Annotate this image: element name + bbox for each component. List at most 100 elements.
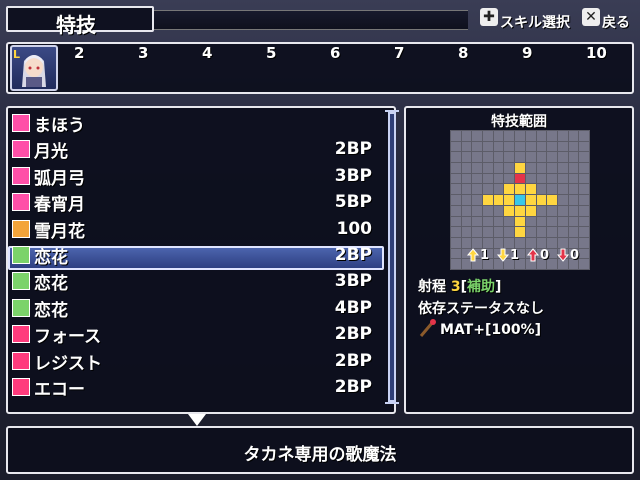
party-slot-6[interactable]: 6 — [330, 44, 340, 62]
range-cell — [451, 184, 461, 195]
range-cell — [451, 141, 461, 152]
range-cell — [579, 205, 589, 216]
skill-row[interactable]: レジスト 2BP — [12, 348, 384, 374]
dpad-icon: ✚ — [480, 8, 498, 26]
range-cell — [461, 237, 472, 248]
range-cell — [461, 184, 472, 195]
range-cell — [536, 216, 547, 227]
control-hints: ✚ スキル選択 ✕ 戻る — [470, 8, 640, 32]
range-cell — [493, 163, 504, 173]
scrollbar[interactable] — [388, 112, 396, 402]
range-cell — [472, 141, 483, 152]
skill-name: 恋花 — [34, 274, 68, 295]
range-cell — [483, 216, 493, 227]
pink-song-icon — [12, 193, 30, 212]
skill-name: フォース — [34, 327, 102, 348]
stat-value-2: 1 — [510, 248, 520, 263]
skill-row[interactable]: まほう — [12, 110, 384, 136]
party-slot-9[interactable]: 9 — [522, 44, 532, 62]
range-cell — [461, 227, 472, 237]
range-cell — [579, 227, 589, 237]
range-cell — [525, 237, 536, 248]
scrollbar-cap-bottom — [385, 402, 399, 404]
range-cell — [504, 227, 515, 237]
skill-row[interactable]: フォース 2BP — [12, 321, 384, 347]
range-cell — [579, 141, 589, 152]
top-bar — [154, 10, 468, 30]
range-cell — [515, 173, 525, 184]
range-cell — [472, 237, 483, 248]
range-cell — [579, 259, 589, 269]
range-cell — [525, 141, 536, 152]
cancel-button-icon[interactable]: ✕ — [582, 8, 600, 26]
skill-row[interactable]: 月光 2BP — [12, 136, 384, 162]
range-cell — [557, 141, 568, 152]
range-cell — [451, 237, 461, 248]
range-cell — [493, 195, 504, 205]
skill-row[interactable]: エコー 2BP — [12, 374, 384, 400]
range-cell — [568, 131, 579, 141]
range-cell — [483, 184, 493, 195]
magic-category-icon — [12, 114, 30, 132]
party-slot-5[interactable]: 5 — [266, 44, 276, 62]
range-cell — [472, 152, 483, 163]
skill-name: 月光 — [34, 142, 68, 163]
range-cell — [483, 152, 493, 163]
orange-pattern-icon — [12, 219, 30, 238]
range-cell — [557, 163, 568, 173]
party-slot-2[interactable]: 2 — [74, 44, 84, 62]
party-slot-1[interactable]: L — [10, 45, 58, 91]
range-cell — [493, 173, 504, 184]
stat-value-3: 0 — [540, 248, 550, 263]
skill-row[interactable]: 恋花 3BP — [12, 268, 384, 294]
range-cell — [579, 248, 589, 259]
scroll-down-arrow-icon[interactable] — [188, 414, 206, 426]
skill-row[interactable]: 恋花 2BP — [12, 242, 384, 268]
party-slot-3[interactable]: 3 — [138, 44, 148, 62]
green-note-icon — [12, 246, 30, 264]
range-cell — [557, 131, 568, 141]
range-cell — [493, 131, 504, 141]
range-cell — [472, 131, 483, 141]
skill-name: エコー — [34, 380, 85, 400]
range-cell — [525, 131, 536, 141]
range-cell — [525, 163, 536, 173]
range-cell — [451, 205, 461, 216]
skill-name: 雪月花 — [34, 221, 85, 242]
range-cell — [568, 216, 579, 227]
stat-value-4: 0 — [570, 248, 580, 263]
range-cell — [525, 173, 536, 184]
range-cell — [557, 237, 568, 248]
green-sparkle-icon — [12, 272, 30, 291]
skill-cost: 2BP — [334, 245, 372, 265]
range-cell — [461, 216, 472, 227]
leader-badge: L — [13, 48, 21, 61]
range-cell — [536, 205, 547, 216]
skill-cost: 100 — [336, 218, 373, 239]
range-cell — [461, 152, 472, 163]
party-slot-7[interactable]: 7 — [394, 44, 404, 62]
party-slot-10[interactable]: 10 — [586, 44, 607, 62]
range-cell — [504, 141, 515, 152]
range-cell — [536, 131, 547, 141]
range-cell — [579, 216, 589, 227]
range-cell — [483, 131, 493, 141]
skill-row[interactable]: 恋花 4BP — [12, 295, 384, 321]
range-cell — [536, 237, 547, 248]
skill-row[interactable]: 春宵月 5BP — [12, 189, 384, 215]
skill-row[interactable]: 弧月弓 3BP — [12, 163, 384, 189]
party-slot-8[interactable]: 8 — [458, 44, 468, 62]
effect-text: MAT+[100%] — [440, 322, 542, 338]
skill-cost: 5BP — [334, 192, 372, 213]
skill-row[interactable]: 雪月花 100 — [12, 216, 384, 242]
range-label: 射程 — [418, 279, 446, 295]
range-cell — [461, 195, 472, 205]
range-cell — [515, 227, 525, 237]
range-cell — [547, 184, 557, 195]
range-cell — [536, 163, 547, 173]
down-arrow-gold-icon — [496, 248, 510, 262]
party-slot-4[interactable]: 4 — [202, 44, 212, 62]
range-cell — [568, 141, 579, 152]
range-cell — [451, 248, 461, 259]
back-hint[interactable]: 戻る — [602, 12, 630, 32]
